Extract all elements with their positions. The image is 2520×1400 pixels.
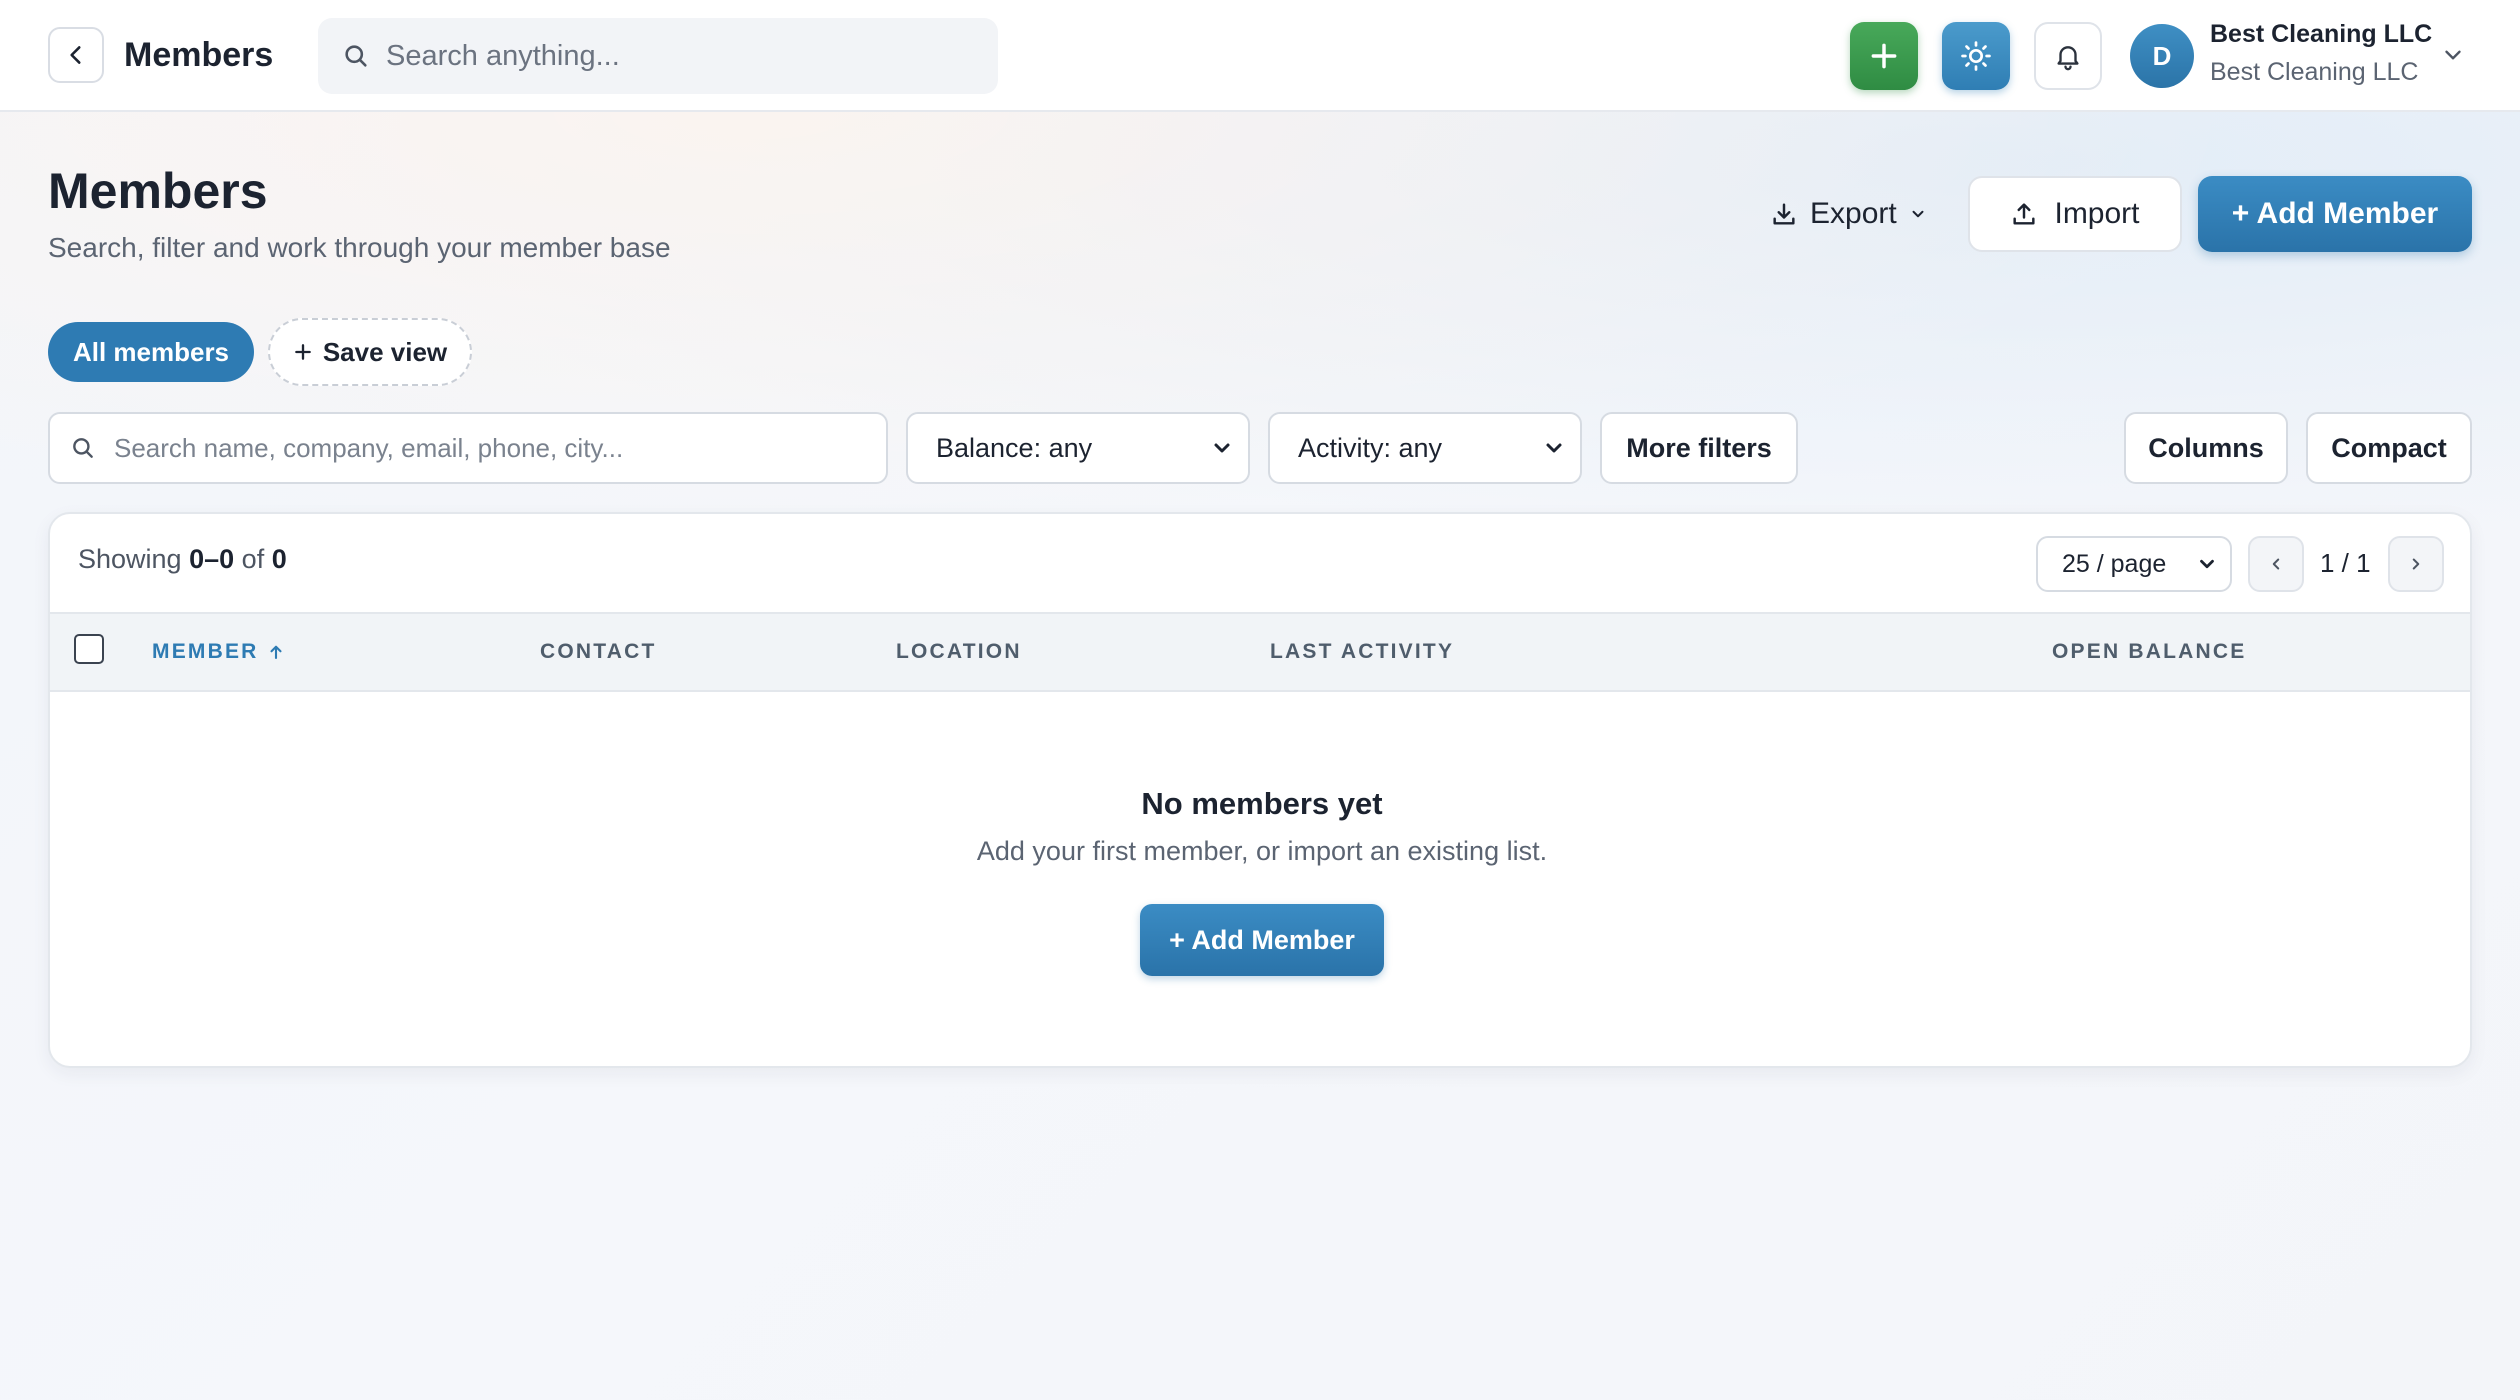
per-page-value: 25 / page — [2062, 549, 2167, 578]
per-page-select[interactable]: 25 / page — [2036, 536, 2232, 592]
notifications-button[interactable] — [2034, 22, 2102, 90]
columns-button[interactable]: Columns — [2124, 412, 2288, 484]
activity-filter-value: Activity: any — [1298, 432, 1443, 463]
search-icon — [73, 438, 93, 458]
column-contact[interactable]: CONTACT — [540, 640, 657, 664]
plus-icon — [1871, 43, 1897, 69]
empty-state-title: No members yet — [1141, 786, 1383, 821]
chevron-down-icon — [2445, 50, 2461, 60]
showing-count: Showing 0–0 of 0 — [78, 544, 287, 575]
plus-icon — [295, 344, 311, 360]
theme-toggle-button[interactable] — [1942, 22, 2010, 90]
page-subtitle: Search, filter and work through your mem… — [48, 232, 671, 263]
org-name[interactable]: Best Cleaning LLC — [2210, 20, 2432, 49]
topbar-title: Members — [124, 36, 274, 74]
download-icon — [1773, 203, 1795, 225]
column-open-balance[interactable]: OPEN BALANCE — [2052, 640, 2246, 664]
chevron-down-icon — [1214, 443, 1230, 453]
sun-icon — [1961, 41, 1991, 71]
global-search[interactable] — [318, 18, 998, 94]
column-member-label: MEMBER — [152, 640, 259, 663]
chevron-left-icon — [70, 46, 81, 64]
import-label: Import — [2054, 197, 2140, 230]
chevron-left-icon — [2272, 558, 2280, 570]
avatar[interactable]: D — [2130, 24, 2194, 88]
balance-filter-value: Balance: any — [936, 432, 1093, 463]
member-search[interactable] — [48, 412, 888, 484]
sort-ascending-icon — [269, 645, 282, 660]
select-all-checkbox[interactable] — [74, 634, 104, 664]
page-indicator: 1 / 1 — [2320, 548, 2371, 578]
export-button[interactable]: Export — [1752, 176, 1932, 252]
back-button[interactable] — [48, 27, 104, 83]
table-header: MEMBER CONTACT LOCATION LAST ACTIVITY OP… — [50, 612, 2470, 692]
chevron-down-icon — [1912, 210, 1924, 218]
search-icon — [345, 45, 367, 67]
view-all-members[interactable]: All members — [48, 322, 254, 382]
members-table-card: Showing 0–0 of 0 25 / page 1 / 1 MEMBER … — [48, 512, 2472, 1068]
save-view-button[interactable]: Save view — [268, 318, 472, 386]
bell-icon — [2057, 46, 2079, 71]
member-search-input[interactable] — [114, 432, 874, 464]
showing-of: of — [241, 544, 265, 574]
upload-icon — [2013, 203, 2036, 225]
empty-state-subtitle: Add your first member, or import an exis… — [976, 836, 1548, 866]
chevron-right-icon — [2412, 558, 2420, 570]
compact-button[interactable]: Compact — [2306, 412, 2472, 484]
balance-filter-select[interactable]: Balance: any — [906, 412, 1250, 484]
activity-filter-select[interactable]: Activity: any — [1268, 412, 1582, 484]
column-member[interactable]: MEMBER — [152, 640, 285, 664]
next-page-button[interactable] — [2388, 536, 2444, 592]
add-member-button[interactable]: + Add Member — [2198, 176, 2472, 252]
showing-range: 0–0 — [189, 544, 235, 574]
chevron-down-icon — [2200, 559, 2214, 569]
more-filters-button[interactable]: More filters — [1600, 412, 1798, 484]
import-button[interactable]: Import — [1968, 176, 2182, 252]
page-title: Members — [48, 163, 268, 219]
org-menu-chevron[interactable] — [2440, 42, 2466, 73]
column-location[interactable]: LOCATION — [896, 640, 1022, 664]
showing-prefix: Showing — [78, 544, 182, 574]
global-search-input[interactable] — [386, 39, 946, 73]
chevron-down-icon — [1546, 443, 1562, 453]
column-last-activity[interactable]: LAST ACTIVITY — [1270, 640, 1454, 664]
save-view-label: Save view — [322, 336, 448, 367]
top-bar: Members D Best Cleaning LLC Best Cleanin… — [0, 0, 2520, 112]
prev-page-button[interactable] — [2248, 536, 2304, 592]
showing-total: 0 — [271, 544, 287, 574]
empty-add-member-button[interactable]: + Add Member — [1140, 904, 1384, 976]
export-label: Export — [1810, 197, 1897, 230]
quick-add-button[interactable] — [1850, 22, 1918, 90]
org-subtitle: Best Cleaning LLC — [2210, 58, 2419, 86]
